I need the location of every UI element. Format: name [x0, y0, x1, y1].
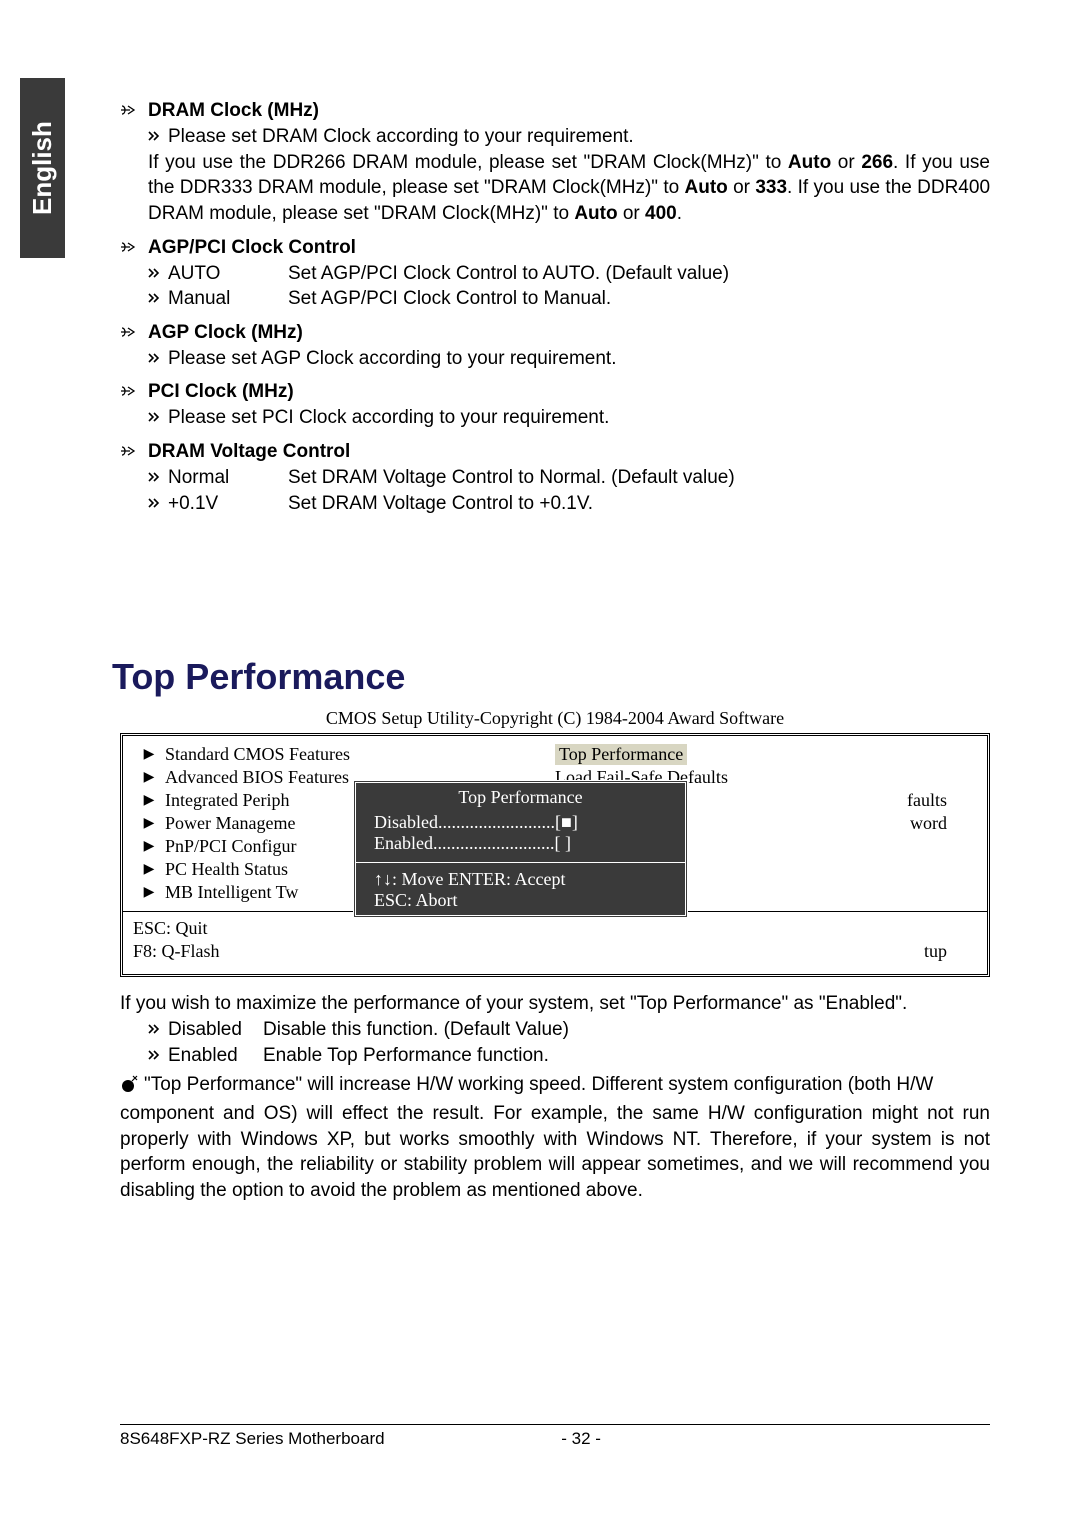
caret-icon: ▶: [133, 815, 165, 832]
section-title-agp-clock: AGP Clock (MHz): [148, 322, 303, 344]
option-desc: Disable this function. (Default Value): [263, 1017, 569, 1043]
text-bold: Auto: [574, 203, 617, 224]
text: or: [831, 152, 861, 173]
bios-text-fragment: word: [910, 813, 947, 834]
text: or: [728, 177, 756, 198]
bios-menu-item: Standard CMOS Features: [165, 744, 350, 765]
bios-text-fragment: faults: [907, 790, 947, 811]
section-title-pci-clock: PCI Clock (MHz): [148, 381, 294, 403]
caret-icon: ▶: [133, 769, 165, 786]
popup-key-hint: ↑↓: Move ENTER: Accept: [374, 869, 675, 890]
pointer-icon: [120, 444, 138, 463]
option-desc: Set AGP/PCI Clock Control to AUTO. (Defa…: [288, 261, 729, 287]
bios-highlight-item: Top Performance: [555, 744, 687, 765]
intro-text: If you wish to maximize the performance …: [120, 991, 990, 1017]
pointer-icon: [120, 240, 138, 259]
bios-menu-item: PnP/PCI Configur: [165, 836, 297, 857]
text-bold: Auto: [788, 152, 831, 173]
option-desc: Set DRAM Voltage Control to +0.1V.: [288, 491, 593, 517]
page-footer: 8S648FXP-RZ Series Motherboard - 32 -: [120, 1424, 990, 1449]
bios-menu-item: Integrated Periph: [165, 790, 289, 811]
text-bold: 400: [645, 203, 677, 224]
double-arrow-icon: [148, 405, 162, 431]
text-line: Please set AGP Clock according to your r…: [168, 346, 617, 372]
text-bold: 333: [755, 177, 787, 198]
bios-key-hint: F8: Q-Flash: [133, 941, 555, 962]
bios-menu-item: PC Health Status: [165, 859, 288, 880]
bios-screenshot: ▶Standard CMOS Features ▶Advanced BIOS F…: [120, 733, 990, 977]
popup-key-hint: ESC: Abort: [374, 890, 675, 911]
option-label: AUTO: [168, 261, 288, 287]
double-arrow-icon: [148, 1043, 162, 1069]
footer-title: 8S648FXP-RZ Series Motherboard: [120, 1429, 538, 1449]
pointer-icon: [120, 103, 138, 122]
option-label: Normal: [168, 465, 288, 491]
popup-option-enabled: Enabled...........................[ ]: [356, 833, 685, 854]
option-label: Manual: [168, 286, 288, 312]
section-title-agp-pci-ctrl: AGP/PCI Clock Control: [148, 237, 356, 259]
footer-page-number: - 32 -: [538, 1429, 625, 1449]
double-arrow-icon: [148, 346, 162, 372]
text-bold: Auto: [685, 177, 728, 198]
section-title-dram-voltage: DRAM Voltage Control: [148, 441, 350, 463]
bios-menu-item: Power Manageme: [165, 813, 295, 834]
pointer-icon: [120, 384, 138, 403]
popup-option-disabled: Disabled..........................[■]: [356, 812, 685, 833]
popup-title: Top Performance: [356, 787, 685, 808]
text: or: [618, 203, 645, 224]
double-arrow-icon: [148, 124, 162, 150]
text-line: Please set PCI Clock according to your r…: [168, 405, 609, 431]
option-label: Disabled: [168, 1017, 263, 1043]
text-bold: 266: [861, 152, 893, 173]
bomb-icon: [120, 1075, 138, 1101]
bios-menu-item: MB Intelligent Tw: [165, 882, 298, 903]
note-text-cont: component and OS) will effect the result…: [120, 1101, 990, 1204]
bios-text-fragment: tup: [555, 941, 947, 962]
top-performance-heading: Top Performance: [112, 656, 990, 698]
option-label: +0.1V: [168, 491, 288, 517]
text-line: Please set DRAM Clock according to your …: [168, 124, 634, 150]
caret-icon: ▶: [133, 884, 165, 901]
bios-key-hint: ESC: Quit: [133, 918, 555, 939]
double-arrow-icon: [148, 465, 162, 491]
caret-icon: ▶: [133, 746, 165, 763]
option-desc: Enable Top Performance function.: [263, 1043, 549, 1069]
cmos-caption: CMOS Setup Utility-Copyright (C) 1984-20…: [120, 708, 990, 729]
option-desc: Set AGP/PCI Clock Control to Manual.: [288, 286, 611, 312]
section-title-dram-clock: DRAM Clock (MHz): [148, 100, 319, 122]
bios-popup: Top Performance Disabled................…: [353, 780, 688, 918]
caret-icon: ▶: [133, 861, 165, 878]
double-arrow-icon: [148, 1017, 162, 1043]
double-arrow-icon: [148, 261, 162, 287]
main-content: DRAM Clock (MHz) Please set DRAM Clock a…: [120, 90, 990, 1204]
pointer-icon: [120, 325, 138, 344]
text: If you use the DDR266 DRAM module, pleas…: [148, 152, 788, 173]
text: .: [677, 203, 682, 224]
option-desc: Set DRAM Voltage Control to Normal. (Def…: [288, 465, 735, 491]
note-text: "Top Performance" will increase H/W work…: [144, 1074, 933, 1095]
dram-clock-paragraph: If you use the DDR266 DRAM module, pleas…: [148, 150, 990, 227]
caret-icon: ▶: [133, 792, 165, 809]
language-tab: English: [20, 78, 65, 258]
bios-menu-item: Advanced BIOS Features: [165, 767, 349, 788]
double-arrow-icon: [148, 491, 162, 517]
option-label: Enabled: [168, 1043, 263, 1069]
double-arrow-icon: [148, 286, 162, 312]
caret-icon: ▶: [133, 838, 165, 855]
